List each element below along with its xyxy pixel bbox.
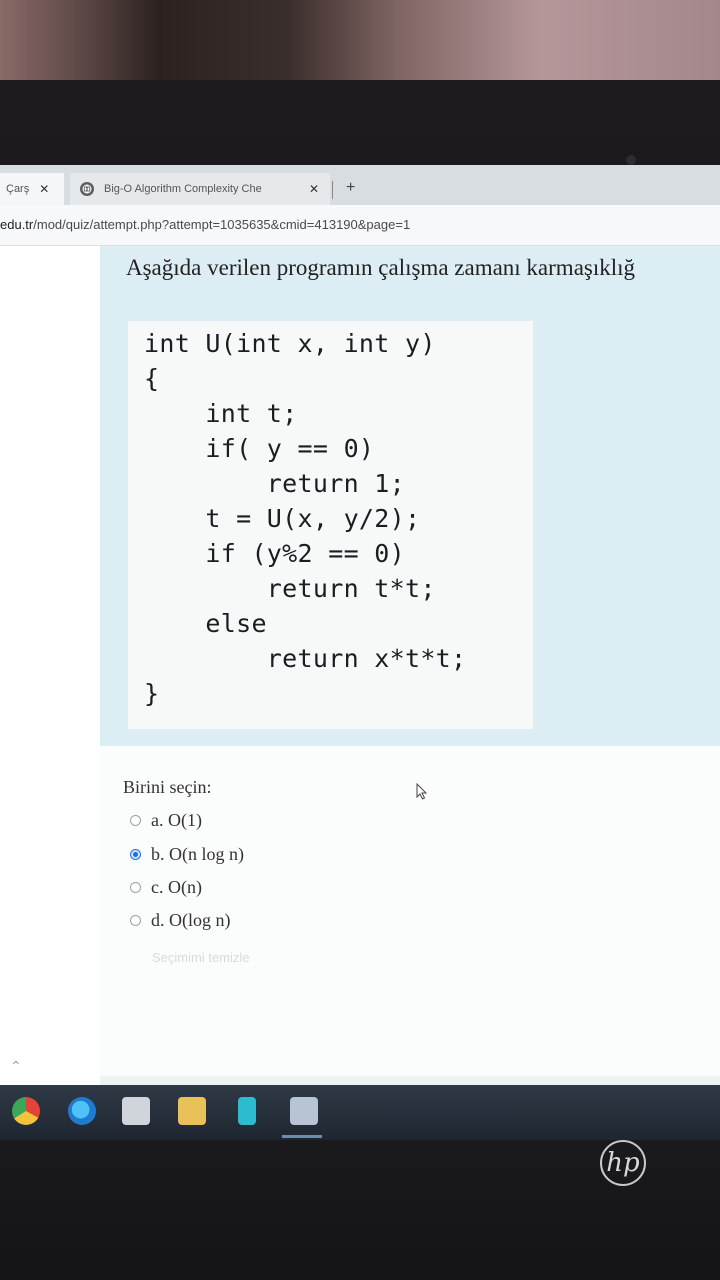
code-line: return 1; [144,469,405,498]
code-line: return t*t; [144,574,436,603]
tab-big-o[interactable]: Big-O Algorithm Complexity Che ✕ [70,173,330,205]
hp-logo: hp [600,1140,646,1186]
option-label[interactable]: a. O(1) [151,810,202,831]
radio-button[interactable] [130,815,141,826]
url-text[interactable]: edu.tr/mod/quiz/attempt.php?attempt=1035… [0,217,410,232]
code-block: int U(int x, int y) { int t; if( y == 0)… [128,321,533,729]
media-icon[interactable] [290,1097,318,1125]
file-explorer-icon[interactable] [178,1097,206,1125]
globe-icon [80,182,94,196]
radio-button[interactable] [130,882,141,893]
new-tab-button[interactable]: + [346,179,355,197]
edge-icon[interactable] [68,1097,96,1125]
option-b[interactable]: b. O(n log n) [130,844,244,865]
question-text: Aşağıda verilen programın çalışma zamanı… [126,255,636,280]
active-app-indicator [282,1135,322,1138]
option-label[interactable]: b. O(n log n) [151,844,244,865]
radio-button[interactable] [130,849,141,860]
page-left-margin [0,246,100,1100]
code-line: { [144,364,160,393]
tab-bar: Çarş ✕ Big-O Algorithm Complexity Che ✕ … [0,165,720,205]
close-tab-icon[interactable]: ✕ [39,182,49,196]
store-icon[interactable] [122,1097,150,1125]
option-c[interactable]: c. O(n) [130,877,202,898]
code-line: int U(int x, int y) [144,329,436,358]
address-bar[interactable]: edu.tr/mod/quiz/attempt.php?attempt=1035… [0,205,720,246]
option-a[interactable]: a. O(1) [130,810,202,831]
tab-label: Çarş [6,183,30,195]
app-icon[interactable] [238,1097,256,1125]
code-line: int t; [144,399,298,428]
screen: Çarş ✕ Big-O Algorithm Complexity Che ✕ … [0,165,720,1100]
tab-label: Big-O Algorithm Complexity Che [104,183,262,195]
option-d[interactable]: d. O(log n) [130,910,231,931]
option-label[interactable]: c. O(n) [151,877,202,898]
mouse-cursor-icon [416,782,428,806]
url-path: /mod/quiz/attempt.php?attempt=1035635&cm… [33,217,411,232]
code-line: if (y%2 == 0) [144,539,405,568]
taskbar [0,1085,720,1140]
answer-prompt: Birini seçin: [123,777,212,797]
close-tab-icon[interactable]: ✕ [309,182,319,196]
radio-button[interactable] [130,915,141,926]
webcam [626,155,636,165]
code-line: t = U(x, y/2); [144,504,421,533]
code-line: else [144,609,267,638]
code-line: if( y == 0) [144,434,375,463]
chrome-icon[interactable] [12,1097,40,1125]
option-label[interactable]: d. O(log n) [151,910,231,931]
scroll-up-icon[interactable]: ⌃ [10,1058,22,1075]
code-line: return x*t*t; [144,644,467,673]
tab-divider [332,181,333,199]
code-line: } [144,679,160,708]
tab-carsi[interactable]: Çarş ✕ [0,173,64,205]
url-host: edu.tr [0,217,34,232]
clear-selection-link[interactable]: Seçimimi temizle [152,950,250,965]
